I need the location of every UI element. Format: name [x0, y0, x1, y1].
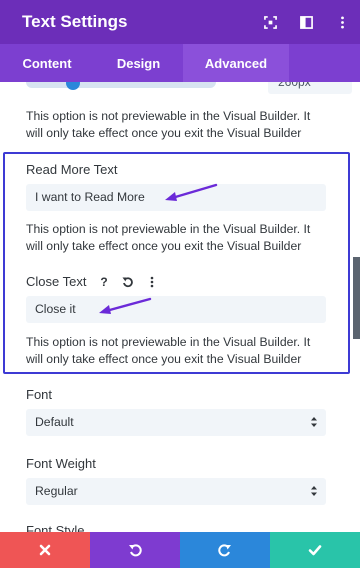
slider-value-input[interactable]: 260px	[268, 82, 352, 94]
range-slider[interactable]: 260px	[26, 82, 352, 94]
tab-advanced[interactable]: Advanced	[183, 44, 289, 82]
preview-note: This option is not previewable in the Vi…	[26, 335, 311, 366]
help-icon[interactable]: ?	[94, 273, 114, 291]
tab-design[interactable]: Design	[94, 44, 183, 82]
save-button[interactable]	[270, 532, 360, 568]
scrollbar[interactable]	[353, 257, 360, 339]
split-view-icon[interactable]	[288, 0, 324, 44]
select-arrows-icon	[311, 417, 317, 427]
check-icon	[308, 545, 322, 556]
header-controls	[252, 0, 360, 44]
redo-icon	[218, 544, 231, 557]
close-text-label: Close Text	[26, 274, 87, 289]
select-arrows-icon	[311, 486, 317, 496]
tab-content[interactable]: Content	[0, 44, 94, 82]
kebab-icon[interactable]	[142, 273, 162, 291]
preview-note: This option is not previewable in the Vi…	[26, 222, 311, 253]
undo-icon	[129, 544, 142, 557]
expand-icon[interactable]	[252, 0, 288, 44]
font-weight-select-value: Regular	[35, 484, 78, 498]
preview-note: This option is not previewable in the Vi…	[26, 109, 311, 140]
discard-button[interactable]	[0, 532, 90, 568]
redo-button[interactable]	[180, 532, 270, 568]
modal-footer	[0, 532, 360, 568]
close-text-input[interactable]: Close it	[26, 296, 326, 323]
close-icon	[39, 544, 51, 556]
modal-title: Text Settings	[22, 12, 128, 31]
settings-panel: 260px This option is not previewable in …	[0, 82, 360, 532]
more-icon[interactable]	[324, 0, 360, 44]
read-more-text-label: Read More Text	[26, 162, 118, 177]
font-select-value: Default	[35, 415, 74, 429]
close-text-controls: ?	[94, 273, 162, 291]
settings-tabs: Content Design Advanced	[0, 44, 360, 82]
font-weight-select[interactable]: Regular	[26, 478, 326, 505]
font-select[interactable]: Default	[26, 409, 326, 436]
undo-button[interactable]	[90, 532, 180, 568]
slider-handle[interactable]	[66, 82, 80, 90]
font-label: Font	[26, 387, 53, 402]
annotation-arrow-icon	[165, 183, 218, 201]
reset-icon[interactable]	[118, 273, 138, 291]
tabs-scroll-indicator	[346, 44, 360, 82]
slider-track[interactable]	[26, 82, 216, 88]
font-weight-label: Font Weight	[26, 456, 96, 471]
modal-header: Text Settings	[0, 0, 360, 44]
font-style-label: Font Style	[26, 523, 85, 532]
annotation-arrow-icon	[99, 297, 152, 314]
